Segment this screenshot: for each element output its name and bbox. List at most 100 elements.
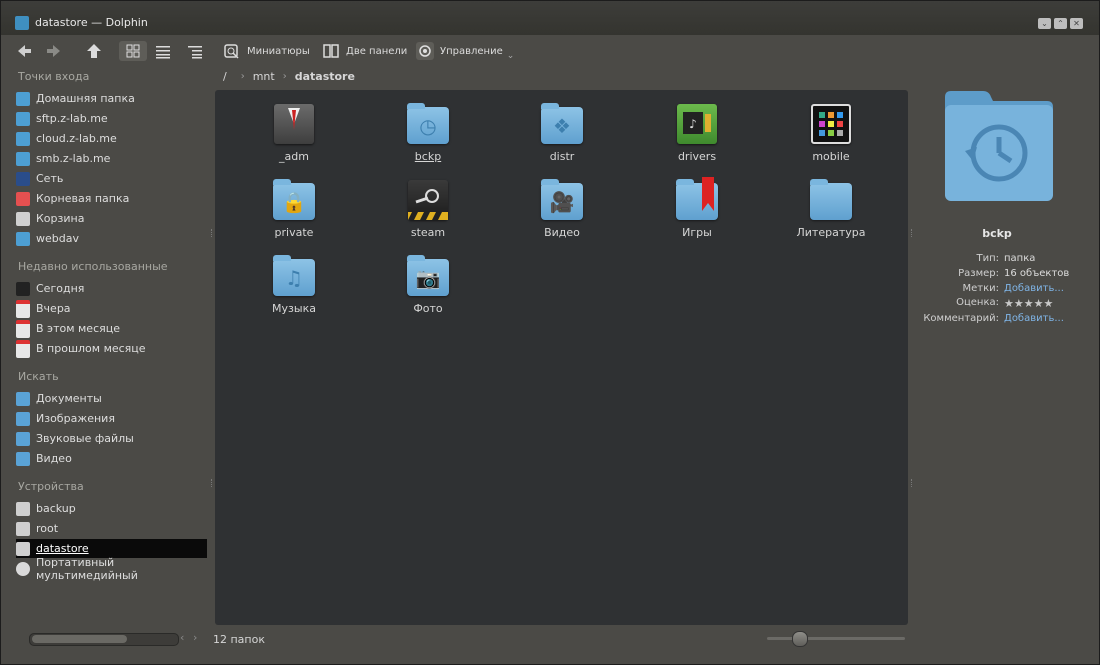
star-icon[interactable]: ★	[1024, 297, 1034, 310]
scrollbar-thumb[interactable]	[32, 635, 127, 643]
preview-button[interactable]: Миниатюры	[223, 41, 310, 61]
clock-icon	[16, 281, 30, 296]
chevron-right-icon: ›	[282, 70, 287, 82]
file-item[interactable]: steam	[378, 179, 478, 239]
file-item[interactable]: Игры	[647, 177, 747, 239]
file-item[interactable]: 🔒 private	[244, 179, 344, 239]
zoom-slider-handle[interactable]	[792, 631, 808, 647]
sidebar-item-place[interactable]: Корзина	[16, 209, 207, 228]
camera-folder-icon: 📷	[407, 255, 449, 297]
sidebar-item-label: Вчера	[36, 302, 71, 315]
star-icon[interactable]: ★	[1004, 297, 1014, 310]
breadcrumb-segment-mnt[interactable]: mnt	[253, 70, 275, 83]
back-button[interactable]	[15, 41, 33, 61]
info-comment-key: Комментарий:	[923, 313, 999, 324]
sidebar-item-label: Домашняя папка	[36, 92, 135, 105]
sidebar-item-place[interactable]: Сеть	[16, 169, 207, 188]
sidebar-item-device[interactable]: Портативный мультимедийный	[16, 556, 207, 582]
file-item[interactable]: 📷 Фото	[378, 255, 478, 315]
star-icon[interactable]: ★	[1044, 297, 1054, 310]
sidebar-item-recent[interactable]: В этом месяце	[16, 319, 207, 338]
drive-icon	[16, 541, 30, 556]
calendar-icon	[16, 299, 30, 318]
minimize-button[interactable]: ⌄	[1038, 18, 1051, 29]
sidebar-item-place[interactable]: Домашняя папка	[16, 89, 207, 108]
maximize-button[interactable]: ⌃	[1054, 18, 1067, 29]
lock-folder-icon: 🔒	[273, 179, 315, 221]
file-item[interactable]: mobile	[781, 103, 881, 163]
file-item[interactable]: ❖ distr	[512, 103, 612, 163]
sidebar-item-label: В прошлом месяце	[36, 342, 146, 355]
info-tags-add-link[interactable]: Добавить...	[1004, 283, 1064, 294]
details-view-button[interactable]	[186, 41, 204, 61]
file-item[interactable]: 🎥 Видео	[512, 179, 612, 239]
scroll-left-icon[interactable]: ‹	[180, 631, 184, 644]
panel-splitter[interactable]	[211, 229, 214, 237]
network-icon	[16, 151, 30, 166]
sidebar-item-recent[interactable]: В прошлом месяце	[16, 339, 207, 358]
star-icon[interactable]: ★	[1034, 297, 1044, 310]
sidebar-item-device[interactable]: backup	[16, 499, 207, 518]
file-item-label: Фото	[413, 302, 443, 315]
sidebar-item-place[interactable]: webdav	[16, 229, 207, 248]
sidebar-item-place[interactable]: cloud.z-lab.me	[16, 129, 207, 148]
forward-button[interactable]	[45, 41, 63, 61]
places-horizontal-scrollbar[interactable]	[29, 633, 179, 646]
preview-label: Миниатюры	[247, 45, 310, 57]
up-button[interactable]	[85, 41, 103, 61]
sidebar-item-recent[interactable]: Вчера	[16, 299, 207, 318]
file-item[interactable]: _adm	[244, 103, 344, 163]
devices-section-title: Устройства	[18, 480, 84, 493]
title-bar[interactable]: datastore — Dolphin ⌄ ⌃ ✕	[1, 1, 1099, 35]
panel-splitter[interactable]	[211, 479, 214, 487]
control-icon	[416, 42, 434, 60]
control-menu-button[interactable]: Управление ⌄	[416, 41, 514, 61]
compact-view-button[interactable]	[154, 41, 172, 61]
file-view[interactable]: _adm ◷ bckp ❖ distr ♪ drivers mobile 🔒 private ste…	[215, 90, 908, 625]
icons-view-button[interactable]	[119, 41, 147, 61]
sidebar-item-label: sftp.z-lab.me	[36, 112, 108, 125]
sidebar-item-label: Документы	[36, 392, 102, 405]
dolphin-window: datastore — Dolphin ⌄ ⌃ ✕ Миниатюры Две …	[0, 0, 1100, 665]
info-rating-stars[interactable]: ★★★★★	[1004, 297, 1053, 310]
places-panel: Точки входа Домашняя папка sftp.z-lab.me c…	[11, 65, 209, 625]
info-comment-add-link[interactable]: Добавить...	[1004, 313, 1064, 324]
dolphin-app-icon[interactable]	[15, 16, 29, 30]
panel-splitter[interactable]	[911, 479, 914, 487]
sidebar-item-search[interactable]: Звуковые файлы	[16, 429, 207, 448]
split-button[interactable]: Две панели	[322, 41, 407, 61]
sidebar-item-place[interactable]: sftp.z-lab.me	[16, 109, 207, 128]
breadcrumb-segment-current[interactable]: datastore	[295, 70, 355, 83]
file-item-label: steam	[410, 226, 446, 239]
sidebar-item-recent[interactable]: Сегодня	[16, 279, 207, 298]
suit-icon	[273, 103, 315, 145]
file-item[interactable]: ♪ drivers	[647, 103, 747, 163]
network-icon	[16, 111, 30, 126]
document-icon	[16, 391, 30, 406]
sidebar-item-label: Сеть	[36, 172, 64, 185]
panel-splitter[interactable]	[911, 229, 914, 237]
svg-text:♪: ♪	[689, 117, 697, 131]
close-button[interactable]: ✕	[1070, 18, 1083, 29]
breadcrumb-root[interactable]: /	[223, 70, 227, 83]
steam-icon	[407, 179, 449, 221]
zoom-slider[interactable]	[767, 631, 905, 647]
sidebar-item-place[interactable]: Корневая папка	[16, 189, 207, 208]
sidebar-item-label: Звуковые файлы	[36, 432, 134, 445]
scroll-right-icon[interactable]: ›	[193, 631, 197, 644]
sidebar-item-place[interactable]: smb.z-lab.me	[16, 149, 207, 168]
sidebar-item-search[interactable]: Видео	[16, 449, 207, 468]
sidebar-item-search[interactable]: Изображения	[16, 409, 207, 428]
sidebar-item-search[interactable]: Документы	[16, 389, 207, 408]
star-icon[interactable]: ★	[1014, 297, 1024, 310]
status-folder-count: 12 папок	[213, 633, 265, 646]
file-item-label: drivers	[677, 150, 717, 163]
file-item[interactable]: Литература	[781, 179, 881, 239]
info-type-key: Тип:	[976, 253, 999, 264]
info-tags-key: Метки:	[962, 283, 999, 294]
root-folder-icon	[16, 191, 30, 206]
file-item[interactable]: ♫ Музыка	[244, 255, 344, 315]
file-item[interactable]: ◷ bckp	[378, 103, 478, 163]
network-icon	[16, 231, 30, 246]
sidebar-item-device[interactable]: root	[16, 519, 207, 538]
